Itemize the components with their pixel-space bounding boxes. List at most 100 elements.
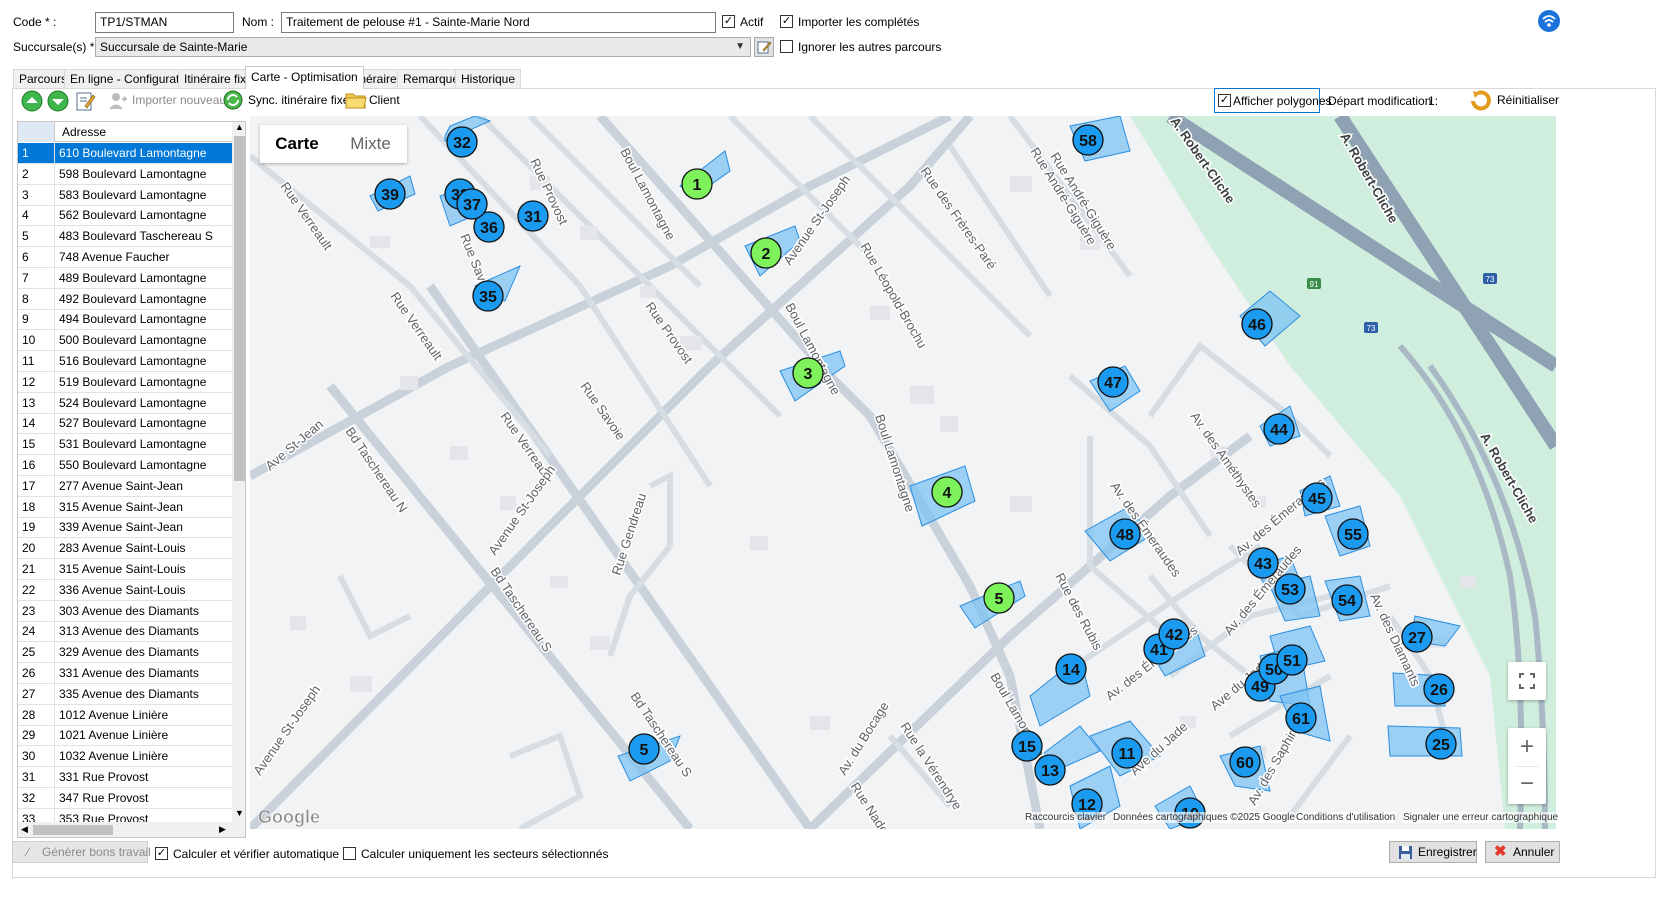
route-marker[interactable]: 32 bbox=[446, 126, 478, 158]
table-row[interactable]: 18 315 Avenue Saint-Jean bbox=[18, 496, 232, 518]
edit-succursale-button[interactable] bbox=[754, 37, 774, 57]
route-marker[interactable]: 14 bbox=[1055, 653, 1087, 685]
table-row[interactable]: 27 335 Avenue des Diamants bbox=[18, 683, 232, 705]
table-row[interactable]: 29 1021 Avenue Linière bbox=[18, 725, 232, 747]
route-marker[interactable]: 48 bbox=[1109, 518, 1141, 550]
table-row[interactable]: 12 519 Boulevard Lamontagne bbox=[18, 371, 232, 393]
table-row[interactable]: 20 283 Avenue Saint-Louis bbox=[18, 538, 232, 560]
route-marker[interactable]: 15 bbox=[1011, 730, 1043, 762]
grid-corner[interactable] bbox=[18, 122, 55, 142]
route-marker[interactable]: 31 bbox=[517, 200, 549, 232]
route-marker[interactable]: 43 bbox=[1247, 547, 1279, 579]
route-marker[interactable]: 5 bbox=[983, 582, 1015, 614]
map-type-carte[interactable]: Carte bbox=[260, 125, 334, 163]
route-marker[interactable]: 1 bbox=[681, 168, 713, 200]
route-marker[interactable]: 54 bbox=[1331, 584, 1363, 616]
horizontal-scroll-thumb[interactable] bbox=[33, 825, 113, 835]
scroll-left-icon[interactable]: ◀ bbox=[21, 824, 28, 835]
table-row[interactable]: 19 339 Avenue Saint-Jean bbox=[18, 517, 232, 539]
zoom-in-button[interactable]: + bbox=[1508, 728, 1546, 766]
table-row[interactable]: 31 331 Rue Provost bbox=[18, 767, 232, 788]
map-canvas[interactable]: Rue VerreaultRue VerreaultRue VerreaultR… bbox=[250, 116, 1556, 829]
route-marker[interactable]: 2 bbox=[750, 237, 782, 269]
vertical-scrollbar[interactable]: ▲ ▼ bbox=[232, 122, 245, 822]
reinitialiser-button[interactable]: Réinitialiser bbox=[1497, 88, 1559, 112]
route-marker[interactable]: 51 bbox=[1276, 644, 1308, 676]
calculer-auto-checkbox[interactable]: ✓ bbox=[155, 847, 168, 860]
wifi-icon[interactable] bbox=[1538, 10, 1560, 32]
table-row[interactable]: 26 331 Avenue des Diamants bbox=[18, 663, 232, 684]
importer-completes-checkbox[interactable]: ✓ bbox=[780, 15, 793, 28]
keyboard-shortcuts-link[interactable]: Raccourcis clavier bbox=[1025, 812, 1107, 823]
route-marker[interactable]: 42 bbox=[1158, 618, 1190, 650]
map-type-mixte[interactable]: Mixte bbox=[334, 125, 407, 163]
route-marker[interactable]: 39 bbox=[374, 178, 406, 210]
route-marker[interactable]: 53 bbox=[1274, 573, 1306, 605]
sync-itineraire-fixe-button[interactable]: Sync. itinéraire fixe bbox=[248, 88, 349, 112]
table-row[interactable]: 32 347 Rue Provost bbox=[18, 787, 232, 809]
depart-modification-value[interactable]: 1 bbox=[1428, 94, 1435, 108]
address-grid[interactable]: Adresse 1 610 Boulevard Lamontagne 2 598 Bo… bbox=[17, 121, 246, 838]
table-row[interactable]: 8 492 Boulevard Lamontagne bbox=[18, 288, 232, 310]
route-marker[interactable]: 4 bbox=[931, 476, 963, 508]
calculer-secteurs-checkbox[interactable] bbox=[343, 847, 356, 860]
vertical-scroll-thumb[interactable] bbox=[234, 136, 245, 481]
route-marker[interactable]: 45 bbox=[1301, 482, 1333, 514]
enregistrer-button[interactable]: Enregistrer bbox=[1389, 841, 1477, 863]
route-marker[interactable]: 5 bbox=[628, 733, 660, 765]
table-row[interactable]: 25 329 Avenue des Diamants bbox=[18, 642, 232, 664]
code-input[interactable]: TP1/STMAN bbox=[95, 12, 234, 33]
map-view[interactable]: Rue Verreault Rue Verreault Rue Verreault R… bbox=[250, 116, 1556, 829]
table-row[interactable]: 24 313 Avenue des Diamants bbox=[18, 621, 232, 643]
table-row[interactable]: 30 1032 Avenue Linière bbox=[18, 746, 232, 768]
table-row[interactable]: 4 562 Boulevard Lamontagne bbox=[18, 205, 232, 227]
table-row[interactable]: 17 277 Avenue Saint-Jean bbox=[18, 475, 232, 497]
route-marker[interactable]: 37 bbox=[456, 188, 488, 220]
table-row[interactable]: 16 550 Boulevard Lamontagne bbox=[18, 455, 232, 476]
route-marker[interactable]: 3 bbox=[792, 357, 824, 389]
route-marker[interactable]: 58 bbox=[1072, 124, 1104, 156]
route-marker[interactable]: 55 bbox=[1337, 518, 1369, 550]
route-marker[interactable]: 25 bbox=[1425, 728, 1457, 760]
table-row[interactable]: 11 516 Boulevard Lamontagne bbox=[18, 351, 232, 372]
table-row[interactable]: 3 583 Boulevard Lamontagne bbox=[18, 184, 232, 206]
table-row[interactable]: 10 500 Boulevard Lamontagne bbox=[18, 330, 232, 352]
fullscreen-button[interactable] bbox=[1508, 662, 1546, 700]
table-row[interactable]: 5 483 Boulevard Taschereau S bbox=[18, 226, 232, 248]
client-button[interactable]: Client bbox=[369, 88, 400, 112]
ignorer-parcours-checkbox[interactable] bbox=[780, 40, 793, 53]
annuler-button[interactable]: ✖ Annuler bbox=[1485, 841, 1560, 863]
zoom-out-button[interactable]: − bbox=[1508, 766, 1546, 804]
scroll-up-icon[interactable]: ▲ bbox=[235, 122, 244, 132]
column-header-adresse[interactable]: Adresse bbox=[62, 125, 106, 139]
route-marker[interactable]: 35 bbox=[472, 280, 504, 312]
table-row[interactable]: 6 748 Avenue Faucher bbox=[18, 247, 232, 268]
table-row[interactable]: 14 527 Boulevard Lamontagne bbox=[18, 413, 232, 435]
route-marker[interactable]: 47 bbox=[1097, 366, 1129, 398]
table-row[interactable]: 15 531 Boulevard Lamontagne bbox=[18, 434, 232, 456]
edit-list-button[interactable] bbox=[73, 89, 97, 113]
table-row[interactable]: 2 598 Boulevard Lamontagne bbox=[18, 163, 232, 185]
move-up-button[interactable] bbox=[20, 89, 44, 113]
table-row[interactable]: 22 336 Avenue Saint-Louis bbox=[18, 579, 232, 601]
table-row[interactable]: 13 524 Boulevard Lamontagne bbox=[18, 392, 232, 414]
move-down-button[interactable] bbox=[46, 89, 70, 113]
afficher-polygones-toggle[interactable]: ✓ Afficher polygones bbox=[1214, 88, 1332, 113]
tab-carte-optimisation[interactable]: Carte - Optimisation bbox=[245, 66, 364, 89]
route-marker[interactable]: 60 bbox=[1229, 746, 1261, 778]
table-row[interactable]: 1 610 Boulevard Lamontagne bbox=[18, 143, 232, 164]
horizontal-scrollbar[interactable]: ◀ ▶ bbox=[18, 822, 245, 837]
terms-link[interactable]: Conditions d'utilisation bbox=[1296, 812, 1396, 823]
route-marker[interactable]: 13 bbox=[1034, 754, 1066, 786]
route-marker[interactable]: 27 bbox=[1401, 621, 1433, 653]
table-row[interactable]: 7 489 Boulevard Lamontagne bbox=[18, 267, 232, 289]
actif-checkbox[interactable]: ✓ bbox=[722, 15, 735, 28]
scroll-right-icon[interactable]: ▶ bbox=[219, 824, 226, 835]
scroll-down-icon[interactable]: ▼ bbox=[235, 808, 244, 818]
route-marker[interactable]: 44 bbox=[1263, 413, 1295, 445]
afficher-polygones-checkbox[interactable]: ✓ bbox=[1218, 94, 1231, 107]
succursale-select[interactable]: Succursale de Sainte-Marie ▼ bbox=[95, 37, 751, 57]
report-error-link[interactable]: Signaler une erreur cartographique bbox=[1403, 812, 1559, 823]
table-row[interactable]: 21 315 Avenue Saint-Louis bbox=[18, 559, 232, 580]
generer-bons-travail-button[interactable]: ⁄ Générer bons travail bbox=[12, 841, 151, 863]
